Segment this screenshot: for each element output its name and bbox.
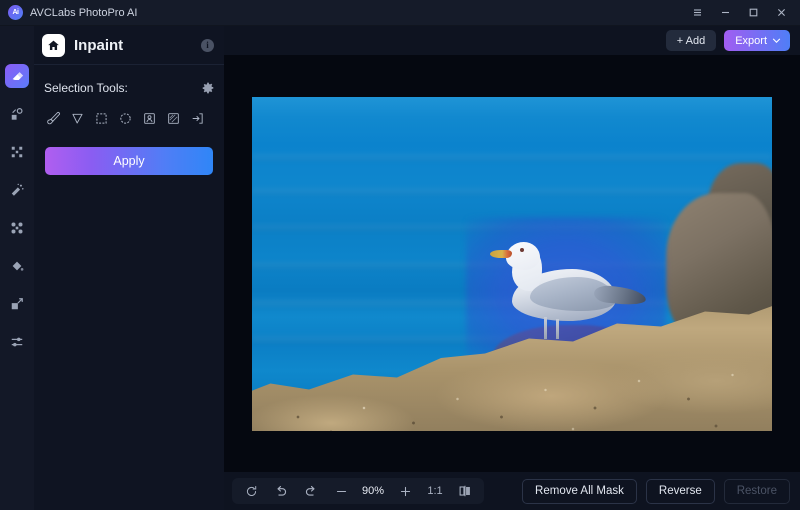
rail-item-ai-enhancer[interactable] (5, 178, 29, 202)
scissors-icon (10, 221, 24, 235)
brush-tool[interactable] (42, 107, 64, 129)
mask-actions: Remove All Mask Reverse Restore (522, 478, 790, 504)
paint-bucket-icon (10, 259, 24, 273)
panel-header: Inpaint i (34, 26, 224, 64)
rail-item-enlarger[interactable] (5, 140, 29, 164)
wave-line (252, 188, 772, 195)
arrow-into-box-icon (190, 111, 205, 126)
add-button[interactable]: + Add (665, 30, 717, 51)
zoom-in-button[interactable] (390, 479, 420, 503)
gear-icon[interactable] (202, 82, 214, 94)
left-panel: Inpaint i Selection Tools: Apply (34, 26, 224, 510)
apply-wrapper: Apply (34, 129, 224, 175)
plus-icon (399, 485, 412, 498)
maximize-icon[interactable] (740, 2, 766, 24)
reset-circle-icon (245, 485, 258, 498)
resize-arrow-icon (10, 297, 24, 311)
zoom-level-label: 90% (361, 485, 385, 497)
canvas-area[interactable] (224, 55, 800, 472)
cutout-icon (10, 107, 24, 121)
expand-corners-icon (10, 145, 24, 159)
window-controls (684, 2, 794, 24)
apply-button[interactable]: Apply (45, 147, 213, 175)
seagull-beak (490, 249, 512, 258)
feature-rail (0, 26, 34, 510)
restore-button: Restore (723, 478, 790, 504)
info-icon[interactable]: i (201, 38, 214, 52)
app-title: AVCLabs PhotoPro AI (30, 6, 138, 19)
selection-tools-header: Selection Tools: (34, 65, 224, 95)
cursor-arrow-icon (70, 111, 85, 126)
app-logo-icon: Ai (8, 5, 23, 20)
redo-arrow-icon (304, 484, 318, 498)
redo-button[interactable] (296, 479, 326, 503)
texture-select-tool[interactable] (162, 107, 184, 129)
brush-icon (46, 111, 61, 126)
chevron-down-icon (772, 36, 781, 45)
rail-item-resize[interactable] (5, 292, 29, 316)
portrait-select-tool[interactable] (138, 107, 160, 129)
minus-icon (335, 485, 348, 498)
seagull-leg (544, 316, 547, 339)
rectangle-dashed-icon (94, 111, 109, 126)
selection-tool-row (34, 95, 224, 129)
stage: + Add Export 90% 1:1 Remove All Mask Rev… (224, 26, 800, 510)
compare-button[interactable] (450, 479, 480, 503)
undo-button[interactable] (266, 479, 296, 503)
seagull-eye (520, 247, 524, 252)
main-body: Inpaint i Selection Tools: Apply + Add E… (0, 26, 800, 510)
home-icon[interactable] (42, 33, 65, 57)
undo-arrow-icon (274, 484, 288, 498)
stage-toolbar: + Add Export (224, 26, 800, 55)
brand: Ai AVCLabs PhotoPro AI (8, 5, 137, 20)
zoom-out-button[interactable] (326, 479, 356, 503)
export-button[interactable]: Export (724, 30, 790, 51)
magic-wand-icon (10, 183, 24, 197)
title-bar: Ai AVCLabs PhotoPro AI (0, 0, 800, 26)
seagull-leg (556, 318, 559, 339)
rail-item-background-remover[interactable] (5, 216, 29, 240)
rail-item-inpaint[interactable] (5, 64, 29, 88)
zoom-controls: 90% 1:1 (232, 478, 484, 504)
split-compare-icon (458, 484, 472, 498)
ellipse-select-tool[interactable] (114, 107, 136, 129)
rail-item-ai-cutout[interactable] (5, 102, 29, 126)
reset-button[interactable] (236, 479, 266, 503)
reverse-button[interactable]: Reverse (645, 478, 715, 504)
hamburger-menu-icon[interactable] (684, 2, 710, 24)
fit-actual-size-button[interactable]: 1:1 (420, 479, 450, 503)
rail-item-adjustments[interactable] (5, 330, 29, 354)
rail-item-colorizer[interactable] (5, 254, 29, 278)
close-icon[interactable] (768, 2, 794, 24)
lasso-tool[interactable] (66, 107, 88, 129)
sliders-icon (10, 335, 24, 349)
minimize-icon[interactable] (712, 2, 738, 24)
wave-line (252, 154, 772, 161)
export-button-label: Export (735, 34, 767, 47)
photo-canvas[interactable] (252, 96, 772, 431)
selection-tools-label: Selection Tools: (44, 81, 128, 95)
add-button-label: + Add (676, 34, 706, 47)
ellipse-dashed-icon (118, 111, 133, 126)
person-frame-icon (142, 111, 157, 126)
application-window: Ai AVCLabs PhotoPro AI Inpaint i Selecti… (0, 0, 800, 510)
rectangle-select-tool[interactable] (90, 107, 112, 129)
eraser-icon (10, 69, 24, 83)
remove-all-mask-button[interactable]: Remove All Mask (522, 478, 637, 504)
bottom-toolbar: 90% 1:1 Remove All Mask Reverse Restore (224, 472, 800, 510)
hatched-square-icon (166, 111, 181, 126)
import-select-tool[interactable] (186, 107, 208, 129)
page-title: Inpaint (74, 36, 124, 54)
